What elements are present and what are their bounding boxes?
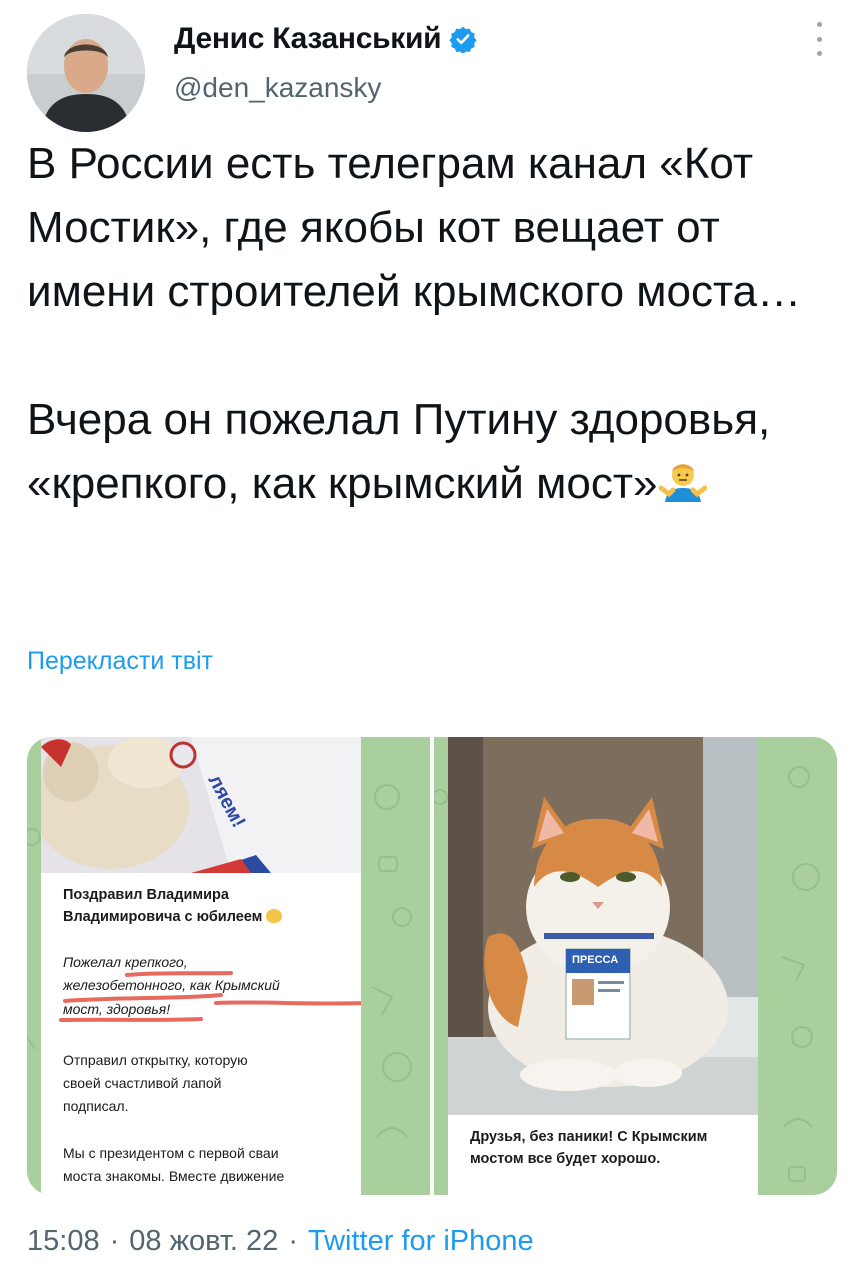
translate-tweet-link[interactable]: Перекласти твіт xyxy=(27,647,213,676)
telegram-post-right: ПРЕССА Друзья, без паники! С Крымским мо… xyxy=(448,737,758,1195)
cat-photo: ПРЕССА xyxy=(448,737,758,1115)
para1-line2: своей счастливой лапой xyxy=(63,1075,222,1091)
post-title-line1: Поздравил Владимира xyxy=(63,887,229,903)
post-photo: ляем! xyxy=(41,737,361,873)
para2-line1: Мы с президентом с первой сваи xyxy=(63,1145,279,1161)
author-row: Денис Казанський xyxy=(174,22,477,56)
cat-with-press-badge-photo xyxy=(448,737,758,1115)
cat-face-emoji-icon xyxy=(266,909,283,923)
author-handle[interactable]: @den_kazansky xyxy=(174,72,381,104)
tweet-date[interactable]: 08 жовт. 22 xyxy=(129,1225,278,1258)
tweet-body: В России есть телеграм канал «Кот Мостик… xyxy=(27,139,802,508)
avatar-photo xyxy=(27,14,145,132)
verified-badge-icon xyxy=(449,26,477,53)
author-name[interactable]: Денис Казанський xyxy=(174,22,442,56)
post-title-text: Владимировича с юбилеем xyxy=(63,909,263,925)
post-title-line2: Владимировича с юбилеем xyxy=(63,907,283,928)
tweet-meta: 15:08 · 08 жовт. 22 · Twitter for iPhone xyxy=(27,1225,534,1258)
caption-line2: мостом все будет хорошо. xyxy=(470,1151,661,1167)
media-grid: ляем! Поздравил Владимира Владимировича … xyxy=(27,737,837,1195)
source-app-link[interactable]: Twitter for iPhone xyxy=(308,1225,534,1258)
tweet-time[interactable]: 15:08 xyxy=(27,1225,100,1258)
para1-line1: Отправил открытку, которую xyxy=(63,1052,248,1068)
avatar[interactable] xyxy=(27,14,145,132)
media-image-left[interactable]: ляем! Поздравил Владимира Владимировича … xyxy=(27,737,430,1195)
para2-line2: моста знакомы. Вместе движение xyxy=(63,1168,285,1184)
red-underline-marks xyxy=(59,971,361,1022)
caption-line1: Друзья, без паники! С Крымским xyxy=(470,1129,708,1145)
meta-separator: · xyxy=(109,1225,120,1257)
para1-line3: подписал. xyxy=(63,1098,129,1114)
press-badge-text: ПРЕССА xyxy=(572,954,619,966)
telegram-post-left: ляем! Поздравил Владимира Владимировича … xyxy=(41,737,361,1195)
person-shrugging-emoji-icon xyxy=(658,458,708,524)
post-caption: Друзья, без паники! С Крымским мостом вс… xyxy=(470,1126,750,1170)
tweet-text: В России есть телеграм канал «Кот Мостик… xyxy=(27,132,847,524)
meta-separator: · xyxy=(288,1225,298,1257)
more-options-icon[interactable] xyxy=(812,22,826,56)
cat-paw-photo xyxy=(41,737,361,873)
media-image-right[interactable]: ПРЕССА Друзья, без паники! С Крымским мо… xyxy=(434,737,837,1195)
